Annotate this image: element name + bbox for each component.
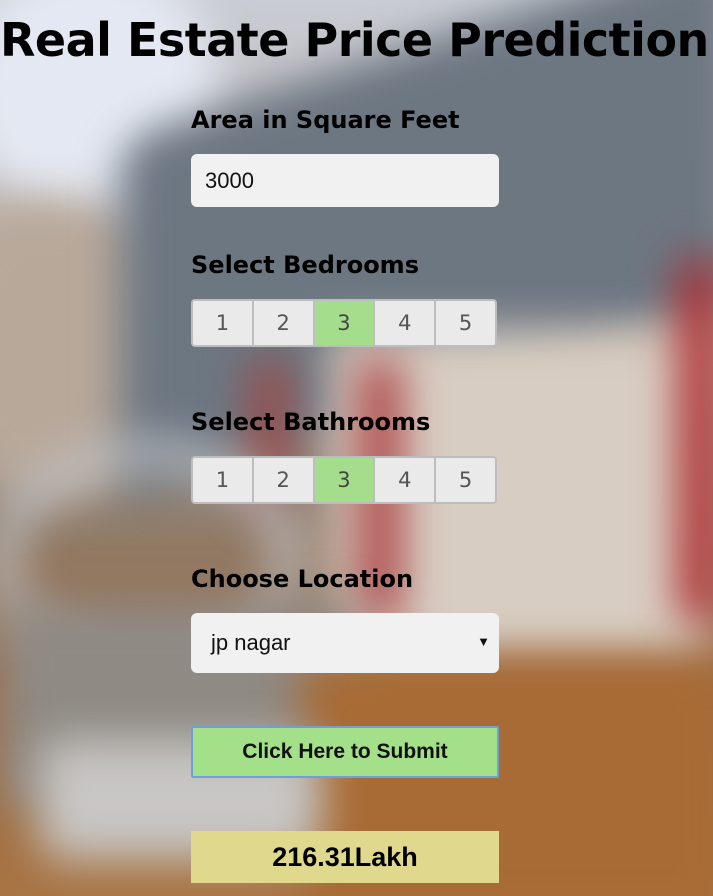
bedroom-option-2[interactable]: 2	[253, 301, 315, 345]
area-label: Area in Square Feet	[191, 106, 460, 134]
bedroom-option-5[interactable]: 5	[436, 301, 495, 345]
bathroom-option-1[interactable]: 1	[193, 458, 254, 502]
bathroom-option-2[interactable]: 2	[253, 458, 315, 502]
dropdown-arrow-icon: ▼	[477, 634, 490, 649]
page-title: Real Estate Price Prediction	[0, 13, 709, 67]
location-select[interactable]: jp nagar ▼	[191, 613, 499, 673]
bedrooms-label: Select Bedrooms	[191, 251, 419, 279]
bedrooms-selector: 1 2 3 4 5	[191, 299, 497, 347]
location-label: Choose Location	[191, 565, 414, 593]
bedroom-option-1[interactable]: 1	[193, 301, 254, 345]
predicted-price-result: 216.31Lakh	[191, 831, 499, 883]
bathrooms-label: Select Bathrooms	[191, 408, 431, 436]
bedroom-option-4[interactable]: 4	[375, 301, 437, 345]
bedroom-option-3[interactable]: 3	[314, 301, 376, 345]
location-selected-value: jp nagar	[211, 630, 291, 655]
area-input[interactable]	[191, 154, 499, 207]
submit-button[interactable]: Click Here to Submit	[191, 726, 499, 778]
bathrooms-selector: 1 2 3 4 5	[191, 456, 497, 504]
bathroom-option-3[interactable]: 3	[314, 458, 376, 502]
bathroom-option-4[interactable]: 4	[375, 458, 437, 502]
bathroom-option-5[interactable]: 5	[436, 458, 495, 502]
